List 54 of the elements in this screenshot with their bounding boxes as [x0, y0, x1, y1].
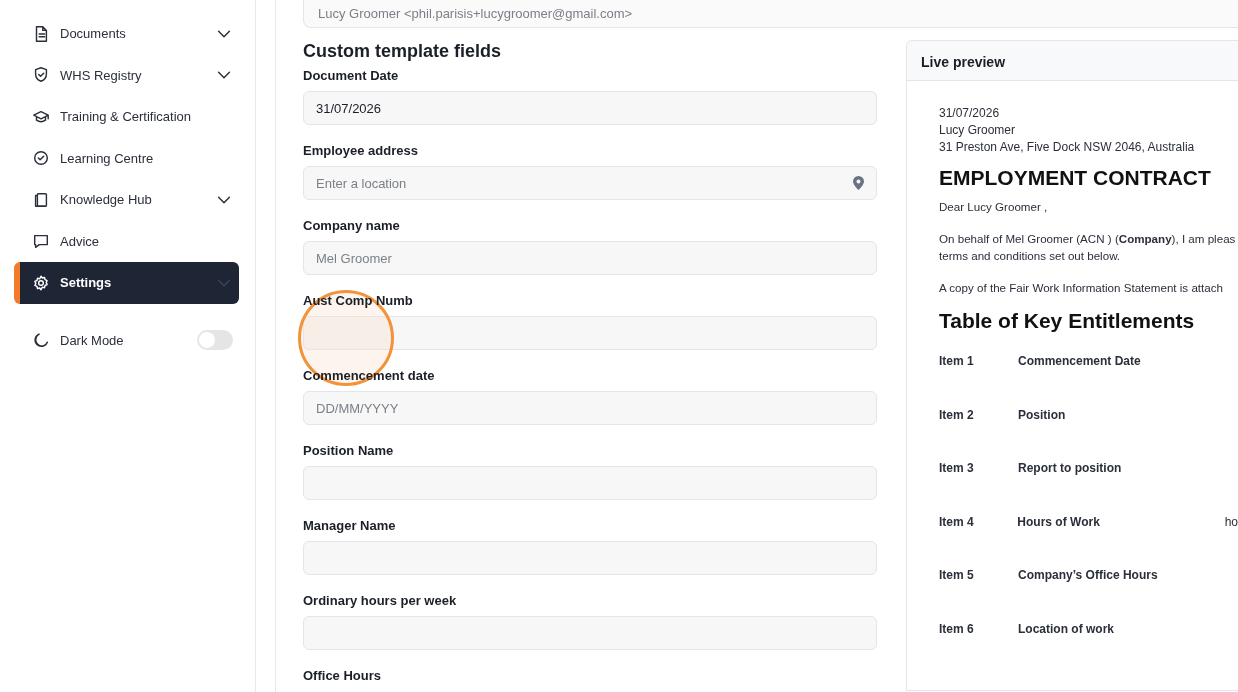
location-pin-icon: [853, 176, 864, 190]
sidebar-item[interactable]: Training & Certification: [14, 96, 239, 138]
input-field[interactable]: [303, 616, 877, 650]
section-title: Custom template fields: [303, 40, 503, 62]
table-cell: Location of work: [1018, 621, 1114, 636]
document-heading: EMPLOYMENT CONTRACT: [939, 165, 1212, 191]
sidebar-item[interactable]: Knowledge Hub: [14, 179, 239, 221]
table-cell: Item 5: [939, 568, 974, 583]
sidebar-item[interactable]: Documents: [14, 13, 239, 55]
chat-bubble-icon: [32, 232, 50, 251]
paragraph: On behalf of Mel Groomer (ACN ) (Company), I am pleas terms and conditions set out below.: [939, 230, 1237, 264]
sidebar-item[interactable]: WHS Registry: [14, 54, 239, 96]
table-cell: Item 3: [939, 461, 974, 476]
address-line: Lucy Groomer: [939, 122, 1017, 139]
field-label: Ordinary hours per week: [303, 592, 458, 609]
input-field[interactable]: [303, 541, 877, 575]
sidebar-item[interactable]: Settings: [14, 262, 239, 304]
input-field[interactable]: 31/07/2026: [303, 91, 877, 125]
section-heading: Table of Key Entitlements: [939, 308, 1196, 334]
input-field[interactable]: [303, 316, 877, 350]
sidebar-item[interactable]: Learning Centre: [14, 137, 239, 179]
book-icon: [32, 190, 50, 209]
field-label: Manager Name: [303, 517, 397, 534]
table-cell-text: ho: [1224, 513, 1238, 531]
table-cell: Item 2: [939, 407, 974, 422]
field-label: Position Name: [303, 442, 395, 459]
paragraph: A copy of the Fair Work Information Statement is attach: [939, 279, 1224, 296]
input-field[interactable]: [303, 466, 877, 500]
address-line: 31/07/2026: [939, 105, 1001, 122]
table-cell: Report to position: [1018, 461, 1122, 476]
table-cell: Item 4: [939, 514, 974, 529]
field-label: Office Hours: [303, 667, 382, 684]
field-label: Company name: [303, 217, 401, 234]
table-cell: Position: [1018, 407, 1066, 422]
settings-icon: [32, 273, 50, 292]
paragraph: Dear Lucy Groomer ,: [939, 199, 1049, 215]
input-field[interactable]: Enter a location: [303, 166, 877, 200]
shield-check-icon: [32, 66, 50, 85]
table-cell: Item 6: [939, 621, 974, 636]
check-circle-icon: [32, 149, 50, 168]
field-label: Document Date: [303, 67, 400, 84]
table-cell: Item 1: [939, 354, 974, 368]
dark-mode-toggle[interactable]: [197, 330, 233, 351]
table-cell: Company’s Office Hours: [1018, 568, 1158, 583]
table-cell: Commencement Date: [1018, 354, 1141, 368]
address-line: 31 Preston Ave, Five Dock NSW 2046, Australia: [939, 139, 1196, 156]
table-cell: Hours of Work: [1017, 514, 1100, 529]
input-field[interactable]: Mel Groomer: [303, 241, 877, 275]
moon-icon: [32, 331, 50, 350]
dark-mode-label: Dark Mode: [60, 331, 125, 350]
field-label: Employee address: [303, 142, 419, 159]
sidebar-item[interactable]: Advice: [14, 220, 239, 262]
input-field[interactable]: DD/MM/YYYY: [303, 391, 877, 425]
preview-title: Live preview: [907, 41, 1238, 81]
